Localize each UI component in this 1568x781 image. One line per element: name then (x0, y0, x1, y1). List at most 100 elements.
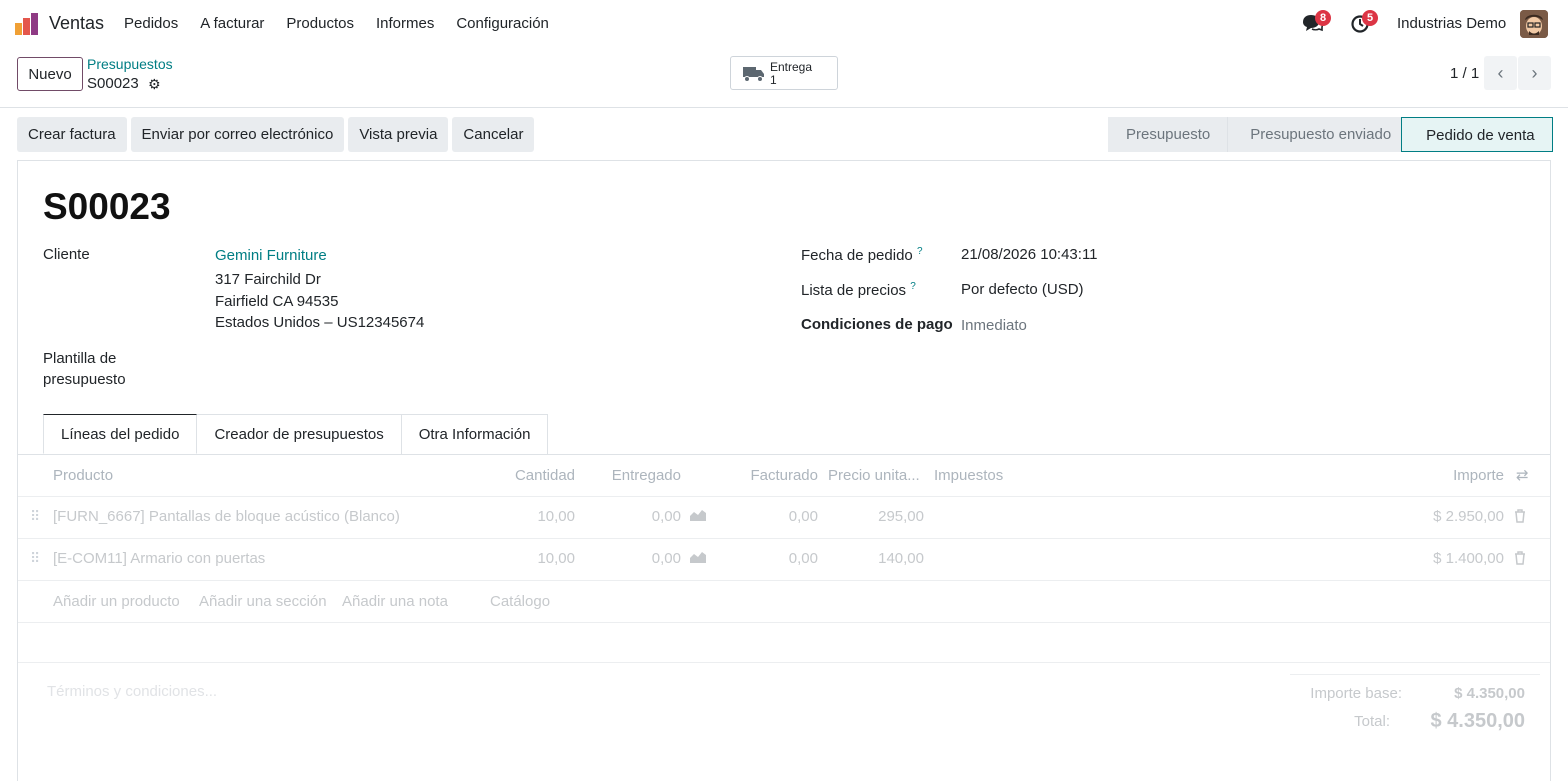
menu-pedidos[interactable]: Pedidos (124, 15, 178, 32)
order-date-label-text: Fecha de pedido (801, 247, 913, 264)
status-bar: Presupuesto Presupuesto enviado Pedido d… (1108, 117, 1553, 152)
customer-label: Cliente (43, 246, 90, 263)
tab-other-info[interactable]: Otra Información (400, 414, 549, 454)
user-avatar[interactable] (1520, 10, 1548, 38)
header-quantity[interactable]: Cantidad (475, 467, 575, 484)
tab-order-lines[interactable]: Líneas del pedido (43, 414, 198, 454)
menu-a-facturar[interactable]: A facturar (200, 15, 264, 32)
template-label-line-1: Plantilla de (43, 350, 117, 367)
tab-quote-builder[interactable]: Creador de presupuestos (196, 414, 402, 454)
row-amount: $ 1.400,00 (1433, 550, 1504, 567)
totals-divider (1290, 674, 1540, 675)
preview-button[interactable]: Vista previa (348, 117, 449, 152)
forecast-chart-icon[interactable] (690, 550, 706, 567)
header-product[interactable]: Producto (53, 467, 113, 484)
pricelist-label-text: Lista de precios (801, 282, 907, 299)
status-quotation-sent[interactable]: Presupuesto enviado (1227, 117, 1402, 152)
app-name[interactable]: Ventas (49, 13, 104, 34)
table-header: Producto Cantidad Entregado Facturado Pr… (18, 455, 1550, 497)
row-delivered[interactable]: 0,00 (581, 550, 681, 567)
chevron-left-icon: ‹ (1497, 63, 1504, 83)
row-amount: $ 2.950,00 (1433, 508, 1504, 525)
trash-icon[interactable] (1514, 551, 1526, 569)
add-section-link[interactable]: Añadir una sección (199, 593, 327, 610)
add-product-link[interactable]: Añadir un producto (53, 593, 180, 610)
header-delivered[interactable]: Entregado (581, 467, 681, 484)
help-icon[interactable]: ? (910, 281, 916, 292)
pager-value[interactable]: 1 / 1 (1450, 65, 1479, 82)
company-switcher[interactable]: Industrias Demo (1397, 15, 1506, 32)
row-invoiced[interactable]: 0,00 (718, 550, 818, 567)
breadcrumb-parent[interactable]: Presupuestos (87, 56, 173, 72)
activities-badge: 5 (1362, 10, 1379, 26)
add-note-link[interactable]: Añadir una nota (342, 593, 448, 610)
top-navbar: Ventas Pedidos A facturar Productos Info… (0, 0, 1568, 48)
drag-handle-icon[interactable]: ⠿ (30, 550, 40, 567)
order-date-value[interactable]: 21/08/2026 10:43:11 (961, 246, 1098, 263)
drag-handle-icon[interactable]: ⠿ (30, 508, 40, 525)
pricelist-label: Lista de precios ? (801, 281, 916, 299)
sales-app-icon[interactable] (15, 13, 39, 35)
menu-productos[interactable]: Productos (286, 15, 354, 32)
menu-informes[interactable]: Informes (376, 15, 434, 32)
header-invoiced[interactable]: Facturado (718, 467, 818, 484)
catalog-link[interactable]: Catálogo (490, 593, 550, 610)
delivery-smart-button[interactable]: Entrega 1 (730, 56, 838, 90)
trash-icon[interactable] (1514, 509, 1526, 527)
row-product[interactable]: [E-COM11] Armario con puertas (53, 550, 265, 567)
breadcrumb-current: S00023 (87, 75, 139, 92)
address-line-3: Estados Unidos – US12345674 (215, 314, 425, 331)
terms-conditions-field[interactable]: Términos y condiciones... (47, 683, 217, 700)
notebook-tabs: Líneas del pedido Creador de presupuesto… (43, 414, 549, 454)
header-taxes[interactable]: Impuestos (934, 467, 1003, 484)
table-row[interactable]: ⠿ [E-COM11] Armario con puertas 10,00 0,… (18, 539, 1550, 581)
row-unit-price[interactable]: 295,00 (824, 508, 924, 525)
send-email-button[interactable]: Enviar por correo electrónico (130, 117, 345, 152)
delivery-count: 1 (770, 73, 777, 87)
base-amount-value: $ 4.350,00 (1454, 685, 1525, 702)
row-invoiced[interactable]: 0,00 (718, 508, 818, 525)
customer-link[interactable]: Gemini Furniture (215, 247, 327, 264)
action-buttons: Crear factura Enviar por correo electrón… (17, 117, 538, 152)
messages-badge: 8 (1315, 10, 1332, 26)
main-menu: Pedidos A facturar Productos Informes Co… (124, 15, 571, 32)
cancel-button[interactable]: Cancelar (452, 117, 535, 152)
empty-row (18, 623, 1550, 663)
truck-icon (743, 67, 764, 82)
row-unit-price[interactable]: 140,00 (824, 550, 924, 567)
total-value: $ 4.350,00 (1430, 710, 1525, 732)
order-date-label: Fecha de pedido ? (801, 246, 923, 264)
payment-terms-label: Condiciones de pago (801, 316, 953, 333)
pager-next-button[interactable]: › (1518, 56, 1551, 90)
avatar-face-icon (1520, 10, 1548, 38)
status-sales-order[interactable]: Pedido de venta (1401, 117, 1553, 152)
chevron-right-icon: › (1531, 63, 1538, 83)
address-line-2: Fairfield CA 94535 (215, 293, 339, 310)
row-quantity[interactable]: 10,00 (475, 550, 575, 567)
template-label-line-2: presupuesto (43, 371, 126, 388)
forecast-chart-icon[interactable] (690, 508, 706, 525)
record-title: S00023 (43, 186, 171, 227)
header-amount[interactable]: Importe (1404, 467, 1504, 484)
add-line-row: Añadir un producto Añadir una sección Añ… (18, 581, 1550, 623)
pricelist-value[interactable]: Por defecto (USD) (961, 281, 1084, 298)
help-icon[interactable]: ? (917, 246, 923, 257)
gear-icon[interactable]: ⚙ (148, 76, 161, 93)
pager-previous-button[interactable]: ‹ (1484, 56, 1517, 90)
control-panel: Nuevo Presupuestos S00023 ⚙ Entrega 1 1 … (0, 48, 1568, 108)
optional-columns-icon[interactable]: ⇄ (1516, 466, 1529, 484)
row-product[interactable]: [FURN_6667] Pantallas de bloque acústico… (53, 508, 400, 525)
create-invoice-button[interactable]: Crear factura (17, 117, 127, 152)
table-row[interactable]: ⠿ [FURN_6667] Pantallas de bloque acústi… (18, 497, 1550, 539)
row-delivered[interactable]: 0,00 (581, 508, 681, 525)
form-sheet: S00023 Cliente Gemini Furniture 317 Fair… (17, 160, 1551, 781)
address-line-1: 317 Fairchild Dr (215, 271, 321, 288)
payment-terms-value[interactable]: Inmediato (961, 317, 1027, 334)
row-quantity[interactable]: 10,00 (475, 508, 575, 525)
status-quotation[interactable]: Presupuesto (1108, 117, 1228, 152)
base-amount-label: Importe base: (1310, 685, 1402, 702)
menu-configuracion[interactable]: Configuración (456, 15, 549, 32)
header-unit-price[interactable]: Precio unita... (828, 467, 920, 484)
new-button[interactable]: Nuevo (17, 57, 83, 91)
total-label: Total: (1354, 713, 1390, 730)
